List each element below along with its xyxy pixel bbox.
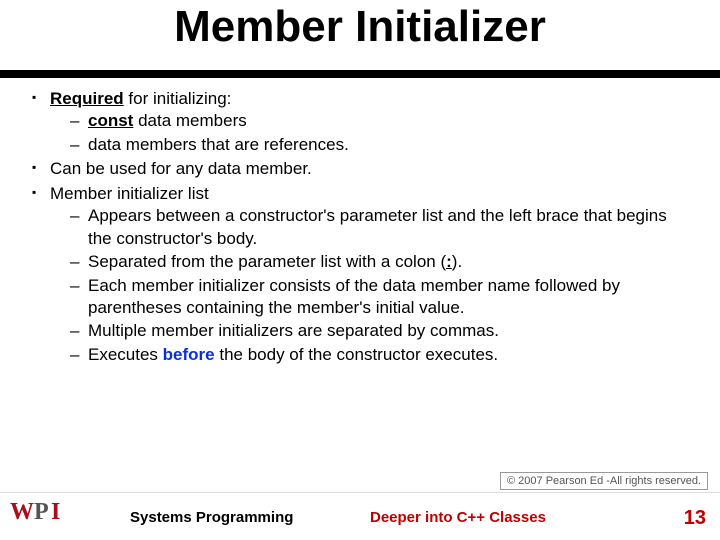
required-keyword: Required xyxy=(50,89,124,108)
bullet-required: Required for initializing: const data me… xyxy=(28,88,690,156)
title-underline-bar xyxy=(0,70,720,78)
footer-center-text: Systems Programming xyxy=(130,509,293,526)
copyright-box: © 2007 Pearson Ed -All rights reserved. xyxy=(500,472,708,490)
const-keyword: const xyxy=(88,111,133,130)
sub-executes-before: Executes before the body of the construc… xyxy=(70,344,690,366)
footer: W P I Systems Programming Deeper into C+… xyxy=(0,492,720,540)
page-number: 13 xyxy=(684,507,706,530)
required-tail: for initializing: xyxy=(124,89,232,108)
const-tail: data members xyxy=(133,111,246,130)
sub-const-members: const data members xyxy=(70,110,690,132)
sub-commas: Multiple member initializers are separat… xyxy=(70,320,690,342)
sub-appears-between: Appears between a constructor's paramete… xyxy=(70,205,690,250)
sub-colon: Separated from the parameter list with a… xyxy=(70,251,690,273)
before-keyword: before xyxy=(163,345,215,364)
title-area: Member Initializer xyxy=(0,0,720,70)
bullet-init-list: Member initializer list Appears between … xyxy=(28,183,690,367)
sub-each-initializer: Each member initializer consists of the … xyxy=(70,275,690,320)
bullet-any-member: Can be used for any data member. xyxy=(28,158,690,180)
slide-title: Member Initializer xyxy=(0,2,720,52)
svg-text:W: W xyxy=(10,499,34,525)
content-area: Required for initializing: const data me… xyxy=(0,78,720,366)
wpi-logo: W P I xyxy=(10,495,80,532)
svg-text:I: I xyxy=(51,499,60,525)
svg-text:P: P xyxy=(34,499,49,525)
sub-reference-members: data members that are references. xyxy=(70,134,690,156)
footer-right-text: Deeper into C++ Classes xyxy=(370,509,546,526)
